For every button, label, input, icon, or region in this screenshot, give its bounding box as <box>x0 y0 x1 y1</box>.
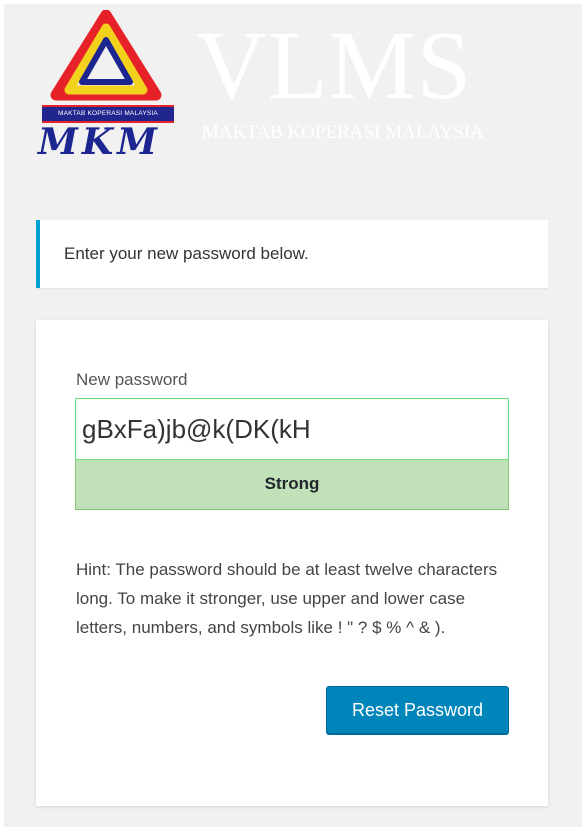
info-message-text: Enter your new password below. <box>64 244 309 263</box>
password-hint: Hint: The password should be at least tw… <box>76 560 498 637</box>
new-password-input[interactable] <box>75 398 509 460</box>
site-title: VLMS <box>196 12 473 120</box>
header-logo[interactable]: MAKTAB KOPERASI MALAYSIA MKM VLMS MAKTAB… <box>36 10 556 170</box>
site-subtitle: MAKTAB KOPERASI MALAYSIA <box>202 122 484 143</box>
logo-mkm-text: MKM <box>38 121 161 163</box>
reset-password-form: New password Strong Hint: The password s… <box>36 320 548 806</box>
password-strength-indicator: Strong <box>75 460 509 510</box>
new-password-label: New password <box>76 370 188 389</box>
info-message: Enter your new password below. <box>36 220 548 288</box>
reset-password-button[interactable]: Reset Password <box>326 686 509 734</box>
